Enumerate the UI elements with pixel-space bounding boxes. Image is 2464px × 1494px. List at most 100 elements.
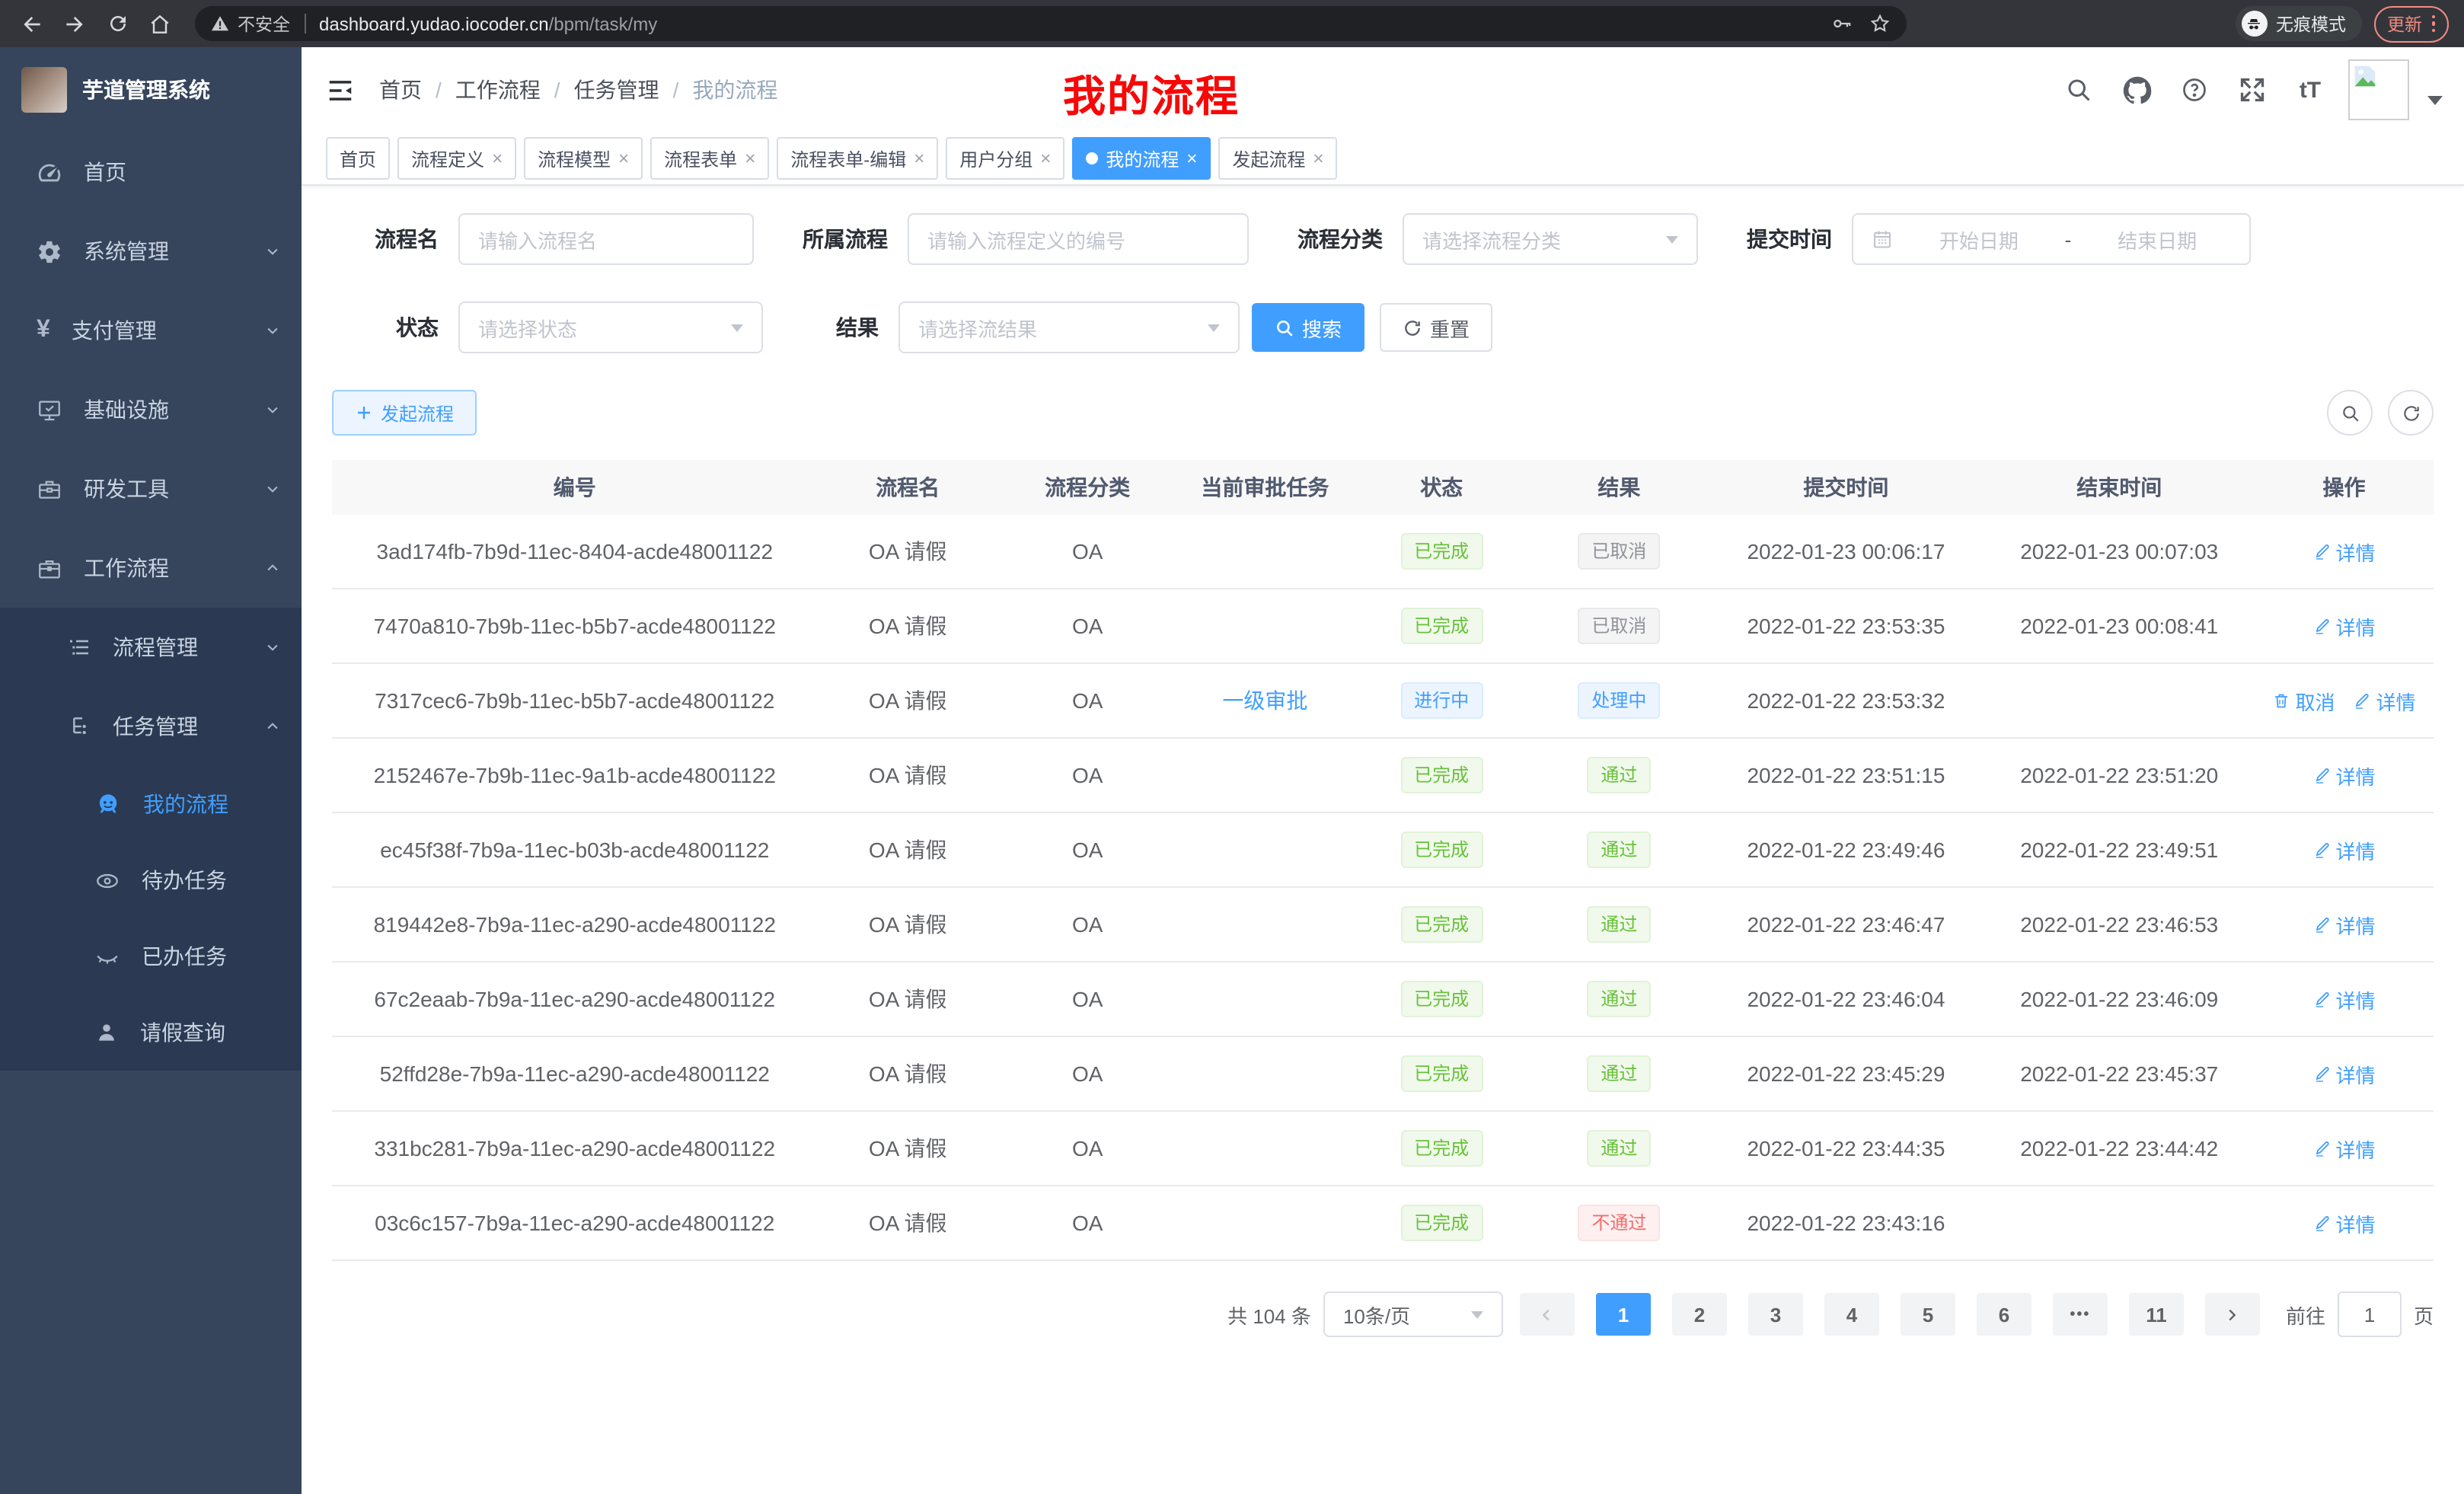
cell-category: OA [998, 614, 1177, 638]
search-button[interactable]: 搜索 [1252, 303, 1364, 352]
goto-page-input[interactable]: 1 [2338, 1291, 2402, 1337]
github-icon[interactable] [2117, 70, 2156, 110]
help-icon[interactable] [2175, 70, 2214, 110]
breadcrumb-item[interactable]: 任务管理 [574, 75, 659, 105]
fullscreen-icon[interactable] [2233, 70, 2272, 110]
detail-link[interactable]: 详情 [2313, 835, 2376, 864]
tab-close-icon[interactable]: × [492, 149, 503, 168]
page-button[interactable]: 11 [2129, 1293, 2184, 1336]
tab-close-icon[interactable]: × [1186, 149, 1197, 168]
cell-current-task-link[interactable]: 一级审批 [1176, 685, 1353, 716]
sidebar-item-label: 流程管理 [113, 632, 244, 662]
process-name-input[interactable]: 请输入流程名 [458, 213, 754, 265]
detail-link[interactable]: 详情 [2313, 611, 2376, 640]
tab-start-process[interactable]: 发起流程× [1218, 137, 1337, 180]
sidebar-item-infrastructure[interactable]: 基础设施 [0, 370, 302, 449]
category-select[interactable]: 请选择流程分类 [1403, 213, 1698, 265]
column-header: 结果 [1530, 472, 1709, 503]
sidebar-item-my-process[interactable]: 我的流程 [0, 766, 302, 842]
edit-icon [2313, 1214, 2332, 1232]
tab-close-icon[interactable]: × [618, 149, 629, 168]
detail-link[interactable]: 详情 [2313, 1208, 2376, 1237]
sidebar-item-workflow[interactable]: 工作流程 [0, 528, 302, 608]
page-button[interactable]: 6 [1977, 1293, 2032, 1336]
tab-my-process[interactable]: 我的流程× [1072, 137, 1211, 180]
reset-button[interactable]: 重置 [1380, 303, 1492, 352]
page-button[interactable]: 3 [1748, 1293, 1803, 1336]
detail-link[interactable]: 详情 [2313, 1134, 2376, 1163]
avatar[interactable] [2348, 59, 2409, 120]
sidebar-item-home[interactable]: 首页 [0, 132, 302, 212]
tab-close-icon[interactable]: × [1040, 149, 1051, 168]
prev-page-button[interactable] [1520, 1293, 1575, 1336]
sidebar-item-system[interactable]: 系统管理 [0, 212, 302, 291]
page-size-select[interactable]: 10条/页 [1323, 1291, 1503, 1337]
update-button[interactable]: 更新 [2373, 5, 2449, 42]
edit-icon [2313, 841, 2332, 859]
tab-process-model[interactable]: 流程模型× [524, 137, 643, 180]
security-label[interactable]: 不安全 [238, 11, 290, 36]
home-icon[interactable] [143, 7, 177, 40]
start-date-input[interactable]: 开始日期 [1905, 225, 2053, 254]
menu-dots-icon[interactable] [2431, 15, 2435, 33]
tab-home[interactable]: 首页 [326, 137, 390, 180]
sidebar-fold-icon[interactable] [326, 75, 355, 104]
detail-link[interactable]: 详情 [2313, 910, 2376, 939]
result-select[interactable]: 请选择流结果 [898, 302, 1240, 353]
breadcrumb-item[interactable]: 首页 [379, 75, 422, 105]
chevron-down-icon[interactable] [2427, 96, 2443, 105]
forward-icon[interactable] [58, 7, 91, 40]
create-process-button[interactable]: 发起流程 [332, 390, 477, 436]
detail-link[interactable]: 详情 [2313, 985, 2376, 1014]
tab-close-icon[interactable]: × [1313, 149, 1323, 168]
reload-icon[interactable] [101, 7, 134, 40]
font-size-icon[interactable]: tT [2290, 70, 2330, 110]
sidebar-item-label: 任务管理 [113, 711, 244, 742]
filter-label: 流程分类 [1297, 224, 1383, 254]
tab-process-definition[interactable]: 流程定义× [397, 137, 516, 180]
tab-close-icon[interactable]: × [745, 149, 755, 168]
next-page-button[interactable] [2205, 1293, 2260, 1336]
edit-icon [2313, 617, 2332, 635]
sidebar-item-task-management[interactable]: 任务管理 [0, 687, 302, 766]
tab-process-form-edit[interactable]: 流程表单-编辑× [777, 137, 938, 180]
dashboard-icon [37, 159, 62, 185]
show-search-button[interactable] [2327, 390, 2373, 436]
sidebar-item-payment[interactable]: ¥ 支付管理 [0, 291, 302, 370]
tab-process-form[interactable]: 流程表单× [650, 137, 769, 180]
refresh-table-button[interactable] [2388, 390, 2434, 436]
bookmark-star-icon[interactable] [1869, 12, 1891, 35]
search-icon [1275, 318, 1294, 337]
cell-id: 2152467e-7b9b-11ec-9a1b-acde48001122 [332, 763, 818, 787]
cell-process-name: OA 请假 [818, 685, 998, 716]
url-bar[interactable]: 不安全 dashboard.yudao.iocoder.cn/bpm/task/… [195, 6, 1907, 41]
table-row: 67c2eaab-7b9a-11ec-a290-acde48001122 OA … [332, 962, 2434, 1037]
tab-user-group[interactable]: 用户分组× [946, 137, 1064, 180]
detail-link[interactable]: 详情 [2313, 537, 2376, 566]
page-button[interactable]: 1 [1596, 1293, 1651, 1336]
detail-link[interactable]: 详情 [2313, 1059, 2376, 1088]
sidebar-item-todo-tasks[interactable]: 待办任务 [0, 842, 302, 918]
page-button[interactable]: 4 [1824, 1293, 1879, 1336]
sidebar-item-process-management[interactable]: 流程管理 [0, 608, 302, 687]
page-button[interactable]: 5 [1901, 1293, 1955, 1336]
tab-close-icon[interactable]: × [914, 149, 924, 168]
search-icon[interactable] [2059, 70, 2099, 110]
detail-link[interactable]: 详情 [2354, 686, 2416, 715]
sidebar-item-done-tasks[interactable]: 已办任务 [0, 918, 302, 994]
end-date-input[interactable]: 结束日期 [2083, 225, 2231, 254]
status-badge: 已完成 [1400, 1205, 1483, 1241]
cancel-link[interactable]: 取消 [2273, 686, 2335, 715]
status-select[interactable]: 请选择状态 [458, 302, 763, 353]
password-key-icon[interactable] [1830, 12, 1853, 35]
submit-time-range-picker[interactable]: 开始日期 - 结束日期 [1852, 213, 2251, 265]
sidebar-item-devtools[interactable]: 研发工具 [0, 449, 302, 528]
process-key-input[interactable]: 请输入流程定义的编号 [908, 213, 1249, 265]
sidebar-item-leave-query[interactable]: 请假查询 [0, 994, 302, 1071]
cell-end-time: 2022-01-22 23:45:37 [1984, 1061, 2255, 1086]
more-pages-button[interactable]: ••• [2053, 1293, 2108, 1336]
breadcrumb-item[interactable]: 工作流程 [455, 75, 541, 105]
detail-link[interactable]: 详情 [2313, 761, 2376, 790]
page-button[interactable]: 2 [1672, 1293, 1727, 1336]
back-icon[interactable] [15, 7, 49, 40]
